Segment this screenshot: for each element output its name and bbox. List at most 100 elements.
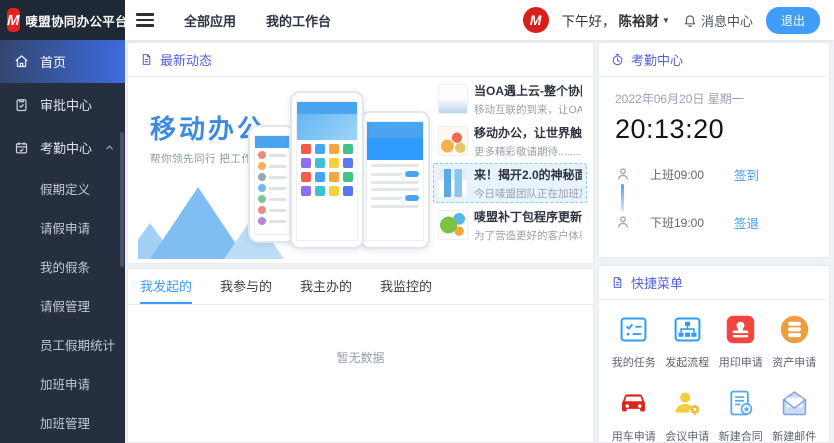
start-flow-icon — [671, 313, 704, 346]
quick-item-label: 我的任务 — [612, 354, 656, 370]
news-body: 移动办公 帮你领先同行 把工作带出办公室 — [128, 77, 593, 263]
tab-initiated-by-me[interactable]: 我发起的 — [140, 269, 192, 304]
bell-icon — [683, 13, 697, 27]
news-item[interactable]: 移动办公，让世界触手可 更多精彩敬请期待........ — [433, 121, 587, 161]
news-item[interactable]: 唛盟补丁包程序更新 为了营造更好的客户体验，唛 — [433, 205, 587, 245]
quick-new-mail[interactable]: 新建邮件 — [768, 387, 822, 443]
quick-menu-panel: 快捷菜单 我的任务 发起流程 用印申请 资产申请 用车申请 — [598, 265, 830, 443]
user-menu[interactable]: 下午好，陈裕财 ▼ — [562, 10, 670, 30]
news-subtitle: 为了营造更好的客户体验，唛 — [474, 228, 582, 243]
nav-all-apps[interactable]: 全部应用 — [184, 11, 236, 30]
news-subtitle: 今日唛盟团队正在加班加点， — [474, 186, 582, 201]
sidebar-item-home[interactable]: 首页 — [0, 40, 125, 83]
news-item[interactable]: 当OA遇上云-整个协同OA 移动互联的到来，让OA与云 — [433, 79, 587, 119]
quick-stamp-request[interactable]: 用印申请 — [714, 313, 768, 370]
quick-item-label: 新建合同 — [719, 428, 763, 443]
person-icon — [615, 166, 631, 182]
check-out-row: 下班19:00 签退 — [615, 211, 813, 233]
sidebar-item-attendance-center[interactable]: 考勤中心 — [0, 126, 125, 169]
quick-vehicle-request[interactable]: 用车申请 — [607, 387, 661, 443]
chevron-up-icon — [104, 142, 115, 153]
sidebar-subitem-employee-holiday-stats[interactable]: 员工假期统计 — [0, 325, 125, 364]
quick-item-label: 资产申请 — [772, 354, 816, 370]
sidebar-nav: 首页 审批中心 考勤中心 假期定义 请假申请 我的假条 请假管理 员工假期统计 … — [0, 40, 125, 443]
sidebar-item-label: 考勤中心 — [40, 138, 92, 157]
logout-button[interactable]: 退出 — [766, 7, 820, 34]
sidebar-scrollbar[interactable] — [120, 132, 124, 267]
check-in-row: 上班09:00 签到 — [615, 163, 813, 185]
document-icon — [140, 53, 153, 66]
check-in-link[interactable]: 签到 — [734, 165, 759, 184]
quick-start-flow[interactable]: 发起流程 — [661, 313, 715, 370]
news-title: 唛盟补丁包程序更新 — [474, 208, 582, 225]
sidebar-subitem-overtime-request[interactable]: 加班申请 — [0, 364, 125, 403]
news-title: 当OA遇上云-整个协同OA — [474, 82, 582, 99]
news-title: 移动办公，让世界触手可 — [474, 124, 582, 141]
tab-hosted-by-me[interactable]: 我主办的 — [300, 269, 352, 304]
message-center-label: 消息中心 — [701, 11, 753, 30]
quick-menu-panel-header: 快捷菜单 — [599, 266, 829, 300]
sidebar-item-label: 审批中心 — [40, 95, 92, 114]
news-item-active[interactable]: 来！揭开2.0的神秘面纱- 今日唛盟团队正在加班加点， — [433, 163, 587, 203]
top-header: M 唛盟协同办公平台 全部应用 我的工作台 M 下午好，陈裕财 ▼ 消息中心 退… — [0, 0, 834, 40]
sidebar-item-label: 首页 — [40, 52, 66, 71]
quick-item-label: 用车申请 — [612, 428, 656, 443]
mobile-office-banner[interactable]: 移动办公 帮你领先同行 把工作带出办公室 — [138, 81, 441, 259]
approval-clipboard-icon — [14, 97, 29, 112]
news-subtitle: 更多精彩敬请期待........ — [474, 144, 582, 159]
news-title: 来！揭开2.0的神秘面纱- — [474, 166, 582, 183]
nav-my-workbench[interactable]: 我的工作台 — [266, 11, 331, 30]
app-title: 唛盟协同办公平台 — [26, 11, 128, 30]
quick-my-tasks[interactable]: 我的任务 — [607, 313, 661, 370]
task-checklist-icon — [617, 313, 650, 346]
menu-toggle-icon[interactable] — [136, 13, 154, 27]
empty-state-text: 暂无数据 — [128, 305, 593, 366]
attendance-panel-header: 考勤中心 — [599, 43, 829, 77]
quick-menu-grid: 我的任务 发起流程 用印申请 资产申请 用车申请 会议申请 — [599, 300, 829, 443]
quick-meeting-request[interactable]: 会议申请 — [661, 387, 715, 443]
tab-monitored-by-me[interactable]: 我监控的 — [380, 269, 432, 304]
news-list: 当OA遇上云-整个协同OA 移动互联的到来，让OA与云 移动办公，让世界触手可 … — [433, 79, 587, 247]
attendance-timeline: 上班09:00 签到 下班19:00 签退 — [615, 163, 813, 233]
meeting-icon — [671, 387, 704, 420]
panel-title: 最新动态 — [160, 50, 212, 69]
user-avatar[interactable]: M — [523, 7, 549, 33]
news-subtitle: 移动互联的到来，让OA与云 — [474, 102, 582, 117]
sidebar-subitem-leave-management[interactable]: 请假管理 — [0, 286, 125, 325]
greeting-text: 下午好， — [562, 10, 616, 30]
panel-title: 考勤中心 — [631, 50, 683, 69]
app-logo: M — [7, 8, 20, 32]
task-tabs: 我发起的 我参与的 我主办的 我监控的 — [128, 269, 593, 305]
attendance-panel: 考勤中心 2022年06月20日 星期一 20:13:20 上班09:00 签到… — [598, 42, 830, 258]
quick-asset-request[interactable]: 资产申请 — [768, 313, 822, 370]
oa-dashboard: M 唛盟协同办公平台 全部应用 我的工作台 M 下午好，陈裕财 ▼ 消息中心 退… — [0, 0, 834, 443]
quick-new-contract[interactable]: 新建合同 — [714, 387, 768, 443]
phone-mockup-apps — [290, 91, 364, 249]
brand[interactable]: M 唛盟协同办公平台 — [0, 0, 125, 40]
car-icon — [617, 387, 650, 420]
sidebar-subitem-leave-request[interactable]: 请假申请 — [0, 208, 125, 247]
tab-participated-by-me[interactable]: 我参与的 — [220, 269, 272, 304]
check-out-label: 下班19:00 — [650, 214, 720, 231]
attendance-body: 2022年06月20日 星期一 20:13:20 上班09:00 签到 下班19… — [599, 77, 829, 246]
phone-mockup-contacts — [248, 125, 296, 243]
sidebar-subitem-my-leave-slips[interactable]: 我的假条 — [0, 247, 125, 286]
username: 陈裕财 — [619, 10, 660, 30]
news-thumbnail — [438, 84, 468, 114]
new-contract-icon — [724, 387, 757, 420]
new-mail-icon — [778, 387, 811, 420]
quick-item-label: 发起流程 — [665, 354, 709, 370]
sidebar-subitem-overtime-management[interactable]: 加班管理 — [0, 403, 125, 442]
message-center[interactable]: 消息中心 — [683, 11, 753, 30]
my-tasks-panel: 我发起的 我参与的 我主办的 我监控的 暂无数据 — [127, 268, 594, 443]
check-out-link[interactable]: 签退 — [734, 213, 759, 232]
chevron-down-icon: ▼ — [662, 16, 670, 25]
quick-item-label: 会议申请 — [665, 428, 709, 443]
sidebar-subitem-holiday-definition[interactable]: 假期定义 — [0, 169, 125, 208]
check-in-label: 上班09:00 — [650, 166, 720, 183]
phone-mockup-detail — [360, 111, 430, 249]
panel-title: 快捷菜单 — [631, 273, 683, 292]
sidebar-item-approval-center[interactable]: 审批中心 — [0, 83, 125, 126]
attendance-clock: 20:13:20 — [615, 114, 813, 145]
latest-news-panel: 最新动态 移动办公 帮你领先同行 把工作带出办公室 — [127, 42, 594, 264]
